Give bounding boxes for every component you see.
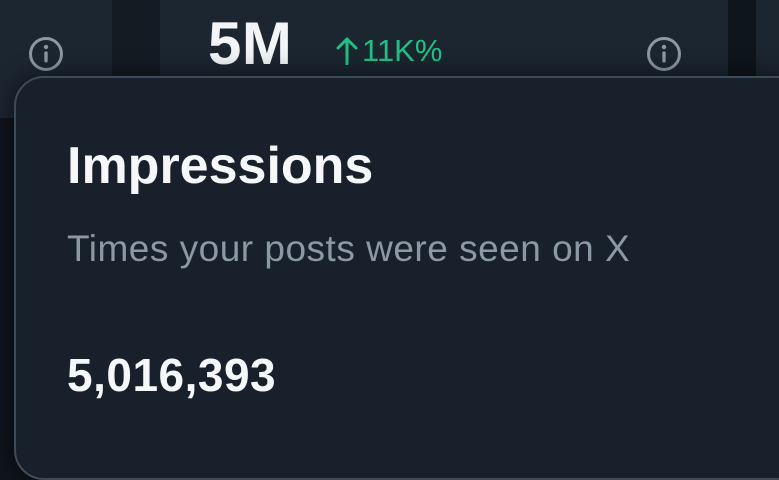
info-icon[interactable] xyxy=(646,36,682,72)
arrow-up-icon xyxy=(336,37,358,65)
impressions-tooltip: Impressions Times your posts were seen o… xyxy=(14,76,779,480)
metric-change: 11K% xyxy=(336,31,442,71)
metric-change-value: 11K% xyxy=(362,33,443,68)
tooltip-value: 5,016,393 xyxy=(67,349,277,401)
metric-value: 5M xyxy=(208,10,293,77)
tooltip-title: Impressions xyxy=(67,137,374,195)
tooltip-description: Times your posts were seen on X xyxy=(67,228,631,269)
info-icon[interactable] xyxy=(28,36,64,72)
